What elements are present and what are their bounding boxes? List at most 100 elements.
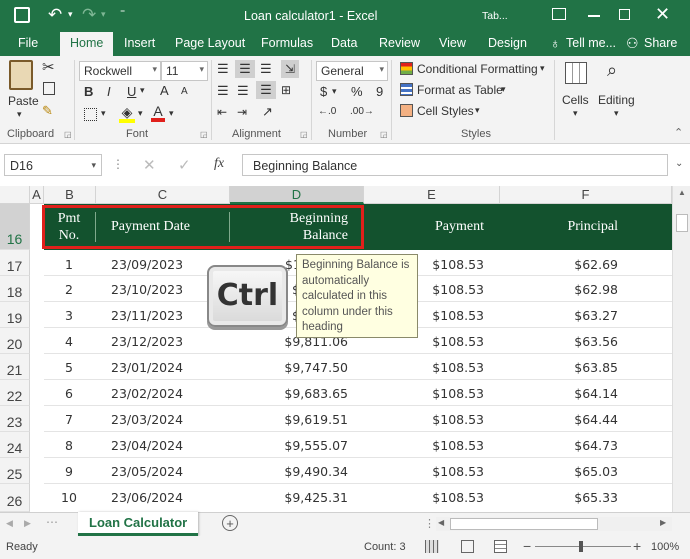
align-top-icon[interactable]: ☰	[217, 62, 229, 75]
cell-balance[interactable]: $9,490.34	[234, 464, 348, 479]
cell-principal[interactable]: $63.85	[514, 360, 618, 375]
borders-icon[interactable]	[84, 108, 97, 121]
increase-indent-icon[interactable]: ⇥	[237, 106, 247, 118]
insert-function-icon[interactable]: fx	[214, 156, 224, 172]
page-layout-view-icon[interactable]	[461, 540, 474, 553]
select-all-corner[interactable]	[0, 186, 30, 204]
column-header-f[interactable]: F	[500, 186, 672, 204]
horizontal-scrollbar[interactable]: ◀ ▶	[436, 517, 672, 531]
cell-principal[interactable]: $65.33	[514, 490, 618, 505]
row-header-23[interactable]: 23	[0, 406, 30, 432]
cell-principal[interactable]: $63.27	[514, 308, 618, 323]
currency-dropdown-icon[interactable]: ▾	[332, 87, 337, 96]
cell-date[interactable]: 23/11/2023	[111, 308, 183, 323]
tab-data[interactable]: Data	[331, 36, 357, 50]
cell-date[interactable]: 23/10/2023	[111, 282, 183, 297]
cell-no[interactable]: 2	[44, 282, 94, 297]
cancel-entry-icon[interactable]: ✕	[143, 156, 156, 174]
cells-dropdown-icon[interactable]: ▾	[573, 109, 578, 118]
redo-dropdown-icon[interactable]: ▾	[101, 9, 106, 20]
shrink-font-icon[interactable]: A	[181, 87, 188, 97]
editing-button[interactable]: Editing	[598, 93, 635, 107]
cell-date[interactable]: 23/02/2024	[111, 386, 183, 401]
grow-font-icon[interactable]: A	[160, 84, 169, 97]
tab-formulas[interactable]: Formulas	[261, 36, 313, 50]
wrap-text-icon[interactable]: ⇲	[281, 60, 299, 78]
cell-balance[interactable]: $9,555.07	[234, 438, 348, 453]
share-button[interactable]: ⚇ Share	[622, 33, 682, 55]
zoom-level[interactable]: 100%	[651, 541, 679, 553]
row-header-18[interactable]: 18	[0, 276, 30, 302]
tab-home[interactable]: Home	[60, 32, 114, 56]
row-header-24[interactable]: 24	[0, 432, 30, 458]
cut-icon[interactable]: ✂	[42, 60, 55, 75]
formula-bar-grip-icon[interactable]: ⋮	[112, 157, 124, 171]
formula-input[interactable]: Beginning Balance	[242, 154, 668, 176]
tab-review[interactable]: Review	[379, 36, 420, 50]
sheet-tab-loan-calculator[interactable]: Loan Calculator	[78, 512, 198, 536]
paste-icon[interactable]	[9, 60, 33, 90]
zoom-slider[interactable]	[535, 541, 631, 552]
conditional-formatting-button[interactable]: Conditional Formatting	[417, 62, 538, 76]
fill-color-dropdown-icon[interactable]: ▾	[138, 109, 143, 118]
zoom-out-icon[interactable]: −	[523, 538, 531, 554]
vertical-scrollbar[interactable]: ▲	[672, 186, 690, 512]
align-middle-icon[interactable]: ☰	[235, 60, 255, 78]
font-size-box[interactable]: 11 ▾	[161, 61, 208, 81]
zoom-in-icon[interactable]: +	[633, 538, 641, 554]
align-right-icon[interactable]: ☰	[256, 81, 276, 99]
clipboard-launcher-icon[interactable]: ◲	[64, 131, 72, 139]
format-as-table-dropdown-icon[interactable]: ▾	[501, 85, 506, 94]
cell-principal[interactable]: $62.98	[514, 282, 618, 297]
tab-insert[interactable]: Insert	[124, 36, 155, 50]
row-header-26[interactable]: 26	[0, 484, 30, 512]
sheet-scroll-right-icon[interactable]: ▶	[24, 518, 31, 529]
font-color-icon[interactable]: A	[151, 104, 165, 122]
paste-dropdown-icon[interactable]: ▾	[17, 110, 22, 119]
align-bottom-icon[interactable]: ☰	[260, 62, 272, 75]
row-header-21[interactable]: 21	[0, 354, 30, 380]
borders-dropdown-icon[interactable]: ▾	[101, 109, 106, 118]
format-painter-icon[interactable]: ✎	[42, 104, 53, 117]
normal-view-icon[interactable]	[425, 540, 439, 553]
redo-icon[interactable]: ↷	[82, 5, 96, 25]
cell-no[interactable]: 9	[44, 464, 94, 479]
orientation-icon[interactable]: ↗	[262, 105, 273, 118]
row-header-17[interactable]: 17	[0, 250, 30, 276]
cell-payment[interactable]: $108.53	[374, 386, 484, 401]
alignment-launcher-icon[interactable]: ◲	[300, 131, 308, 139]
align-center-icon[interactable]: ☰	[237, 84, 249, 97]
cell-no[interactable]: 7	[44, 412, 94, 427]
scroll-right-icon[interactable]: ▶	[660, 518, 666, 527]
search-icon[interactable]: ⌕	[607, 61, 617, 79]
bold-button[interactable]: B	[84, 84, 93, 99]
align-left-icon[interactable]: ☰	[217, 84, 229, 97]
underline-dropdown-icon[interactable]: ▾	[140, 86, 145, 95]
horizontal-scroll-thumb[interactable]	[450, 518, 598, 530]
cell-no[interactable]: 3	[44, 308, 94, 323]
number-launcher-icon[interactable]: ◲	[380, 131, 388, 139]
cells-button[interactable]: Cells	[562, 93, 589, 107]
cell-styles-dropdown-icon[interactable]: ▾	[475, 106, 480, 115]
table-tools-tab[interactable]: Tab...	[482, 10, 508, 22]
column-header-e[interactable]: E	[364, 186, 500, 204]
cell-no[interactable]: 1	[44, 257, 94, 272]
save-icon[interactable]	[14, 7, 30, 23]
cell-date[interactable]: 23/01/2024	[111, 360, 183, 375]
decrease-indent-icon[interactable]: ⇤	[217, 106, 227, 118]
cell-no[interactable]: 5	[44, 360, 94, 375]
split-grip-icon[interactable]: ⋮	[424, 517, 435, 530]
font-name-dropdown-icon[interactable]: ▾	[152, 64, 157, 75]
cell-date[interactable]: 23/12/2023	[111, 334, 183, 349]
tab-view[interactable]: View	[439, 36, 466, 50]
merge-center-icon[interactable]: ⊞	[281, 84, 291, 96]
cell-principal[interactable]: $65.03	[514, 464, 618, 479]
sheet-tab-more-icon[interactable]: ⋯	[46, 515, 58, 529]
cell-balance[interactable]: $9,747.50	[234, 360, 348, 375]
name-box[interactable]: D16 ▾	[4, 154, 102, 176]
number-format-dropdown-icon[interactable]: ▾	[379, 64, 384, 75]
cell-date[interactable]: 23/04/2024	[111, 438, 183, 453]
cell-principal[interactable]: $63.56	[514, 334, 618, 349]
paste-button[interactable]: Paste	[8, 94, 39, 108]
cell-date[interactable]: 23/05/2024	[111, 464, 183, 479]
